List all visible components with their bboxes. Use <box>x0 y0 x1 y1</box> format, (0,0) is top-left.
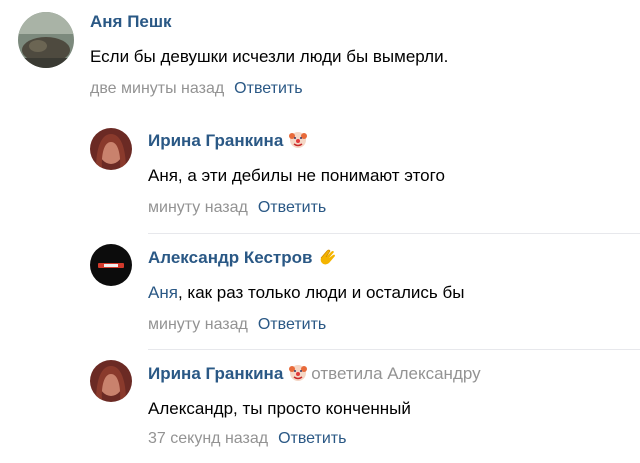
author-name[interactable]: Ирина Гранкина <box>148 364 283 383</box>
clapping-hands-icon <box>318 248 338 271</box>
author-name[interactable]: Аня Пешк <box>90 12 172 31</box>
comment-author[interactable]: Александр Кестров <box>148 248 338 271</box>
comment-author[interactable]: Аня Пешк <box>90 12 172 32</box>
comment-text: Александр, ты просто конченный <box>148 399 411 418</box>
reply-button[interactable]: Ответить <box>278 430 346 447</box>
comment-text-body: , как раз только люди и остались бы <box>177 283 465 302</box>
comment-text: Если бы девушки исчезли люди бы вымерли. <box>90 47 449 66</box>
avatar[interactable] <box>90 360 132 402</box>
author-name[interactable]: Александр Кестров <box>148 248 312 267</box>
comment-author[interactable]: Ирина Гранкина <box>148 131 308 154</box>
comment-time[interactable]: 37 секунд назад <box>148 430 268 447</box>
comment-meta: минуту назад Ответить <box>148 199 326 217</box>
comment-divider <box>148 349 640 350</box>
avatar[interactable] <box>90 128 132 170</box>
comment-time[interactable]: минуту назад <box>148 316 248 333</box>
comment-thread: Аня Пешк Если бы девушки исчезли люди бы… <box>0 0 640 463</box>
comment-time[interactable]: минуту назад <box>148 199 248 216</box>
comment-divider <box>148 233 640 234</box>
reply-button[interactable]: Ответить <box>258 316 326 333</box>
reply-button[interactable]: Ответить <box>258 199 326 216</box>
comment-author[interactable]: Ирина Гранкина ответила Александру <box>148 364 481 387</box>
reply-to-link[interactable]: ответила Александру <box>311 364 480 383</box>
comment-text: Аня, как раз только люди и остались бы <box>148 283 464 303</box>
avatar[interactable] <box>90 244 132 286</box>
avatar[interactable] <box>18 12 74 68</box>
author-name[interactable]: Ирина Гранкина <box>148 131 283 150</box>
comment-meta: две минуты назад Ответить <box>90 80 303 98</box>
clown-face-icon <box>289 364 308 387</box>
comment-meta: 37 секунд назад Ответить <box>148 430 346 448</box>
comment-text: Аня, а эти дебилы не понимают этого <box>148 166 445 185</box>
comment-time[interactable]: две минуты назад <box>90 80 224 97</box>
clown-face-icon <box>289 131 308 154</box>
reply-button[interactable]: Ответить <box>234 80 302 97</box>
mention-link[interactable]: Аня <box>148 283 178 302</box>
comment-meta: минуту назад Ответить <box>148 316 326 334</box>
